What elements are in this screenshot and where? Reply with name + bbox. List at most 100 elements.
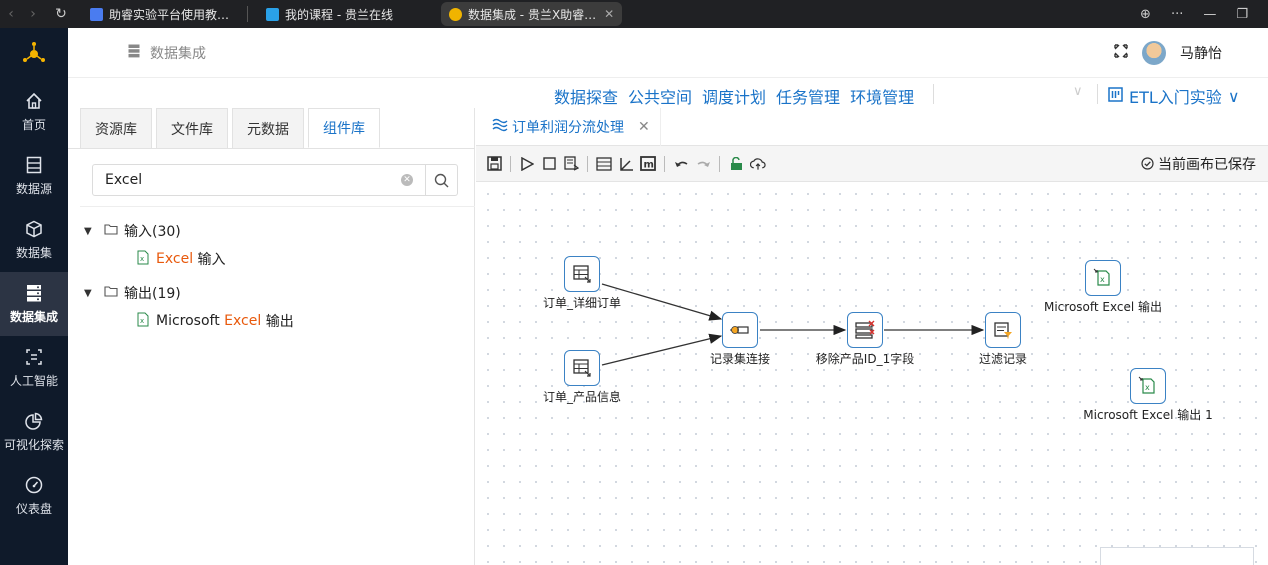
- search-button[interactable]: [425, 165, 457, 195]
- sidebar-item-visual-explore[interactable]: 可视化探索: [0, 400, 68, 464]
- menu-item-public-space[interactable]: 公共空间: [628, 84, 692, 108]
- sidebar-item-dataset[interactable]: 数据集: [0, 208, 68, 272]
- unlock-icon[interactable]: [728, 156, 744, 172]
- node-remove-field[interactable]: [847, 312, 883, 348]
- node-filter-rows[interactable]: [985, 312, 1021, 348]
- project-selector[interactable]: ETL入门实验 ∨: [1108, 84, 1240, 108]
- upload-cloud-icon[interactable]: [750, 156, 766, 172]
- redo-icon[interactable]: [695, 156, 711, 172]
- search-input[interactable]: [93, 165, 401, 195]
- sidebar-item-datasource[interactable]: 数据源: [0, 144, 68, 208]
- app-logo[interactable]: [0, 28, 68, 80]
- menu-list: 数据探查 公共空间 调度计划 任务管理 环境管理: [554, 84, 914, 108]
- undo-icon[interactable]: [673, 156, 689, 172]
- tree-node-input[interactable]: ▼ 输入(30): [82, 220, 294, 242]
- forward-icon[interactable]: ›: [22, 6, 44, 22]
- table-input-icon: [573, 359, 591, 377]
- component-search: ✕: [92, 164, 458, 196]
- window-controls: ⊕ ··· — ❐: [1140, 7, 1268, 22]
- avatar[interactable]: [1142, 40, 1166, 65]
- remove-field-icon: [855, 320, 875, 339]
- tree-leaf-excel-input[interactable]: x Excel 输入: [136, 248, 294, 270]
- node-detail-order[interactable]: [564, 256, 600, 292]
- menu-item-schedule[interactable]: 调度计划: [702, 84, 766, 108]
- tree-leaf-excel-output[interactable]: x Microsoft Excel 输出: [136, 310, 294, 332]
- tab-resource-library[interactable]: 资源库: [80, 108, 152, 148]
- pie-chart-icon: [24, 411, 44, 431]
- sidebar-item-home[interactable]: 首页: [0, 80, 68, 144]
- toolbar-divider: [664, 155, 665, 172]
- fullscreen-icon[interactable]: [1114, 43, 1128, 62]
- close-tab-icon[interactable]: ✕: [604, 7, 614, 21]
- folder-icon: [104, 285, 118, 301]
- save-icon[interactable]: [486, 156, 502, 172]
- sidebar-item-label: 数据集成: [9, 310, 58, 324]
- caret-down-icon[interactable]: ▼: [84, 226, 104, 237]
- search-icon: [434, 173, 449, 187]
- clear-icon[interactable]: ✕: [401, 174, 413, 186]
- breadcrumb-label: 数据集成: [150, 45, 206, 62]
- user-area: 马静怡: [1114, 40, 1222, 65]
- save-status: 当前画布已保存: [1141, 154, 1256, 174]
- leaf-suffix: 输出: [261, 314, 294, 330]
- menu-divider: [933, 84, 934, 104]
- tab-file-library[interactable]: 文件库: [156, 108, 228, 148]
- reload-icon[interactable]: ↻: [50, 6, 72, 22]
- preview-icon[interactable]: [563, 156, 579, 172]
- back-icon[interactable]: ‹: [0, 6, 22, 22]
- menu-item-environment[interactable]: 环境管理: [850, 84, 914, 108]
- sidebar-item-label: 仪表盘: [15, 502, 52, 516]
- browser-tab-3[interactable]: 数据集成 - 贵兰X助睿… ✕: [440, 2, 623, 26]
- browser-tab-2[interactable]: 我的课程 - 贵兰在线: [258, 2, 401, 26]
- user-name[interactable]: 马静怡: [1180, 43, 1222, 63]
- chevron-down-icon[interactable]: ∨: [1073, 84, 1083, 99]
- tree-node-output[interactable]: ▼ 输出(19): [82, 282, 294, 304]
- dataset-icon: [24, 219, 44, 239]
- chevron-down-icon: ∨: [1227, 86, 1240, 106]
- more-icon[interactable]: ···: [1171, 7, 1183, 22]
- excel-output-icon: x: [1093, 268, 1110, 286]
- stop-icon[interactable]: [541, 156, 557, 172]
- caret-down-icon[interactable]: ▼: [84, 288, 104, 299]
- sidebar-item-integration[interactable]: 数据集成: [0, 272, 68, 336]
- tree-node-label: 输入(30): [124, 224, 181, 240]
- node-excel-output[interactable]: x: [1085, 260, 1121, 296]
- node-product-info[interactable]: [564, 350, 600, 386]
- menu-item-tasks[interactable]: 任务管理: [776, 84, 840, 108]
- svg-text:x: x: [1100, 275, 1105, 284]
- tab-transformation[interactable]: 订单利润分流处理 ✕: [488, 108, 661, 146]
- menu-divider: [1097, 84, 1098, 104]
- datasource-icon: [24, 155, 44, 175]
- tab-divider: [247, 6, 249, 22]
- ai-icon: [24, 347, 44, 367]
- node-merge-join[interactable]: [722, 312, 758, 348]
- node-label: Microsoft Excel 输出: [1043, 300, 1163, 314]
- node-excel-output-1[interactable]: x: [1130, 368, 1166, 404]
- axis-icon[interactable]: [618, 156, 634, 172]
- run-icon[interactable]: [519, 156, 535, 172]
- tree-node-label: 输出(19): [124, 286, 181, 302]
- layout-icon[interactable]: [596, 156, 612, 172]
- connector-product-to-join: [601, 333, 723, 366]
- tab-metadata[interactable]: 元数据: [232, 108, 304, 148]
- globe-icon[interactable]: ⊕: [1140, 7, 1151, 22]
- tab-component-library[interactable]: 组件库: [308, 108, 380, 148]
- menu-item-explore[interactable]: 数据探查: [554, 84, 618, 108]
- leaf-suffix: 输入: [193, 252, 226, 268]
- restore-icon[interactable]: ❐: [1236, 7, 1248, 22]
- minimize-icon[interactable]: —: [1203, 7, 1216, 22]
- browser-tab-1[interactable]: 助睿实验平台使用教…: [82, 2, 237, 26]
- browser-tab-bar: ‹ › ↻ 助睿实验平台使用教… 我的课程 - 贵兰在线 数据集成 - 贵兰X助…: [0, 0, 1268, 28]
- flow-canvas[interactable]: 订单_详细订单 订单_产品信息 记录集连接 移除产品ID_1字段 过滤记录 x …: [476, 182, 1268, 565]
- main-sidebar: 首页 数据源 数据集 数据集成 人工智能 可视化探索 仪表盘: [0, 28, 68, 565]
- workspace-tabs: 订单利润分流处理 ✕: [476, 108, 1268, 146]
- sidebar-item-ai[interactable]: 人工智能: [0, 336, 68, 400]
- node-label: 移除产品ID_1字段: [815, 352, 915, 366]
- sidebar-item-dashboard[interactable]: 仪表盘: [0, 464, 68, 528]
- leaf-highlight: Excel: [156, 251, 194, 267]
- canvas-minimap[interactable]: [1100, 547, 1254, 565]
- metadata-icon[interactable]: m: [640, 156, 656, 172]
- node-label: Microsoft Excel 输出 1: [1083, 408, 1213, 422]
- close-icon[interactable]: ✕: [638, 119, 650, 135]
- check-circle-icon: [1141, 157, 1154, 170]
